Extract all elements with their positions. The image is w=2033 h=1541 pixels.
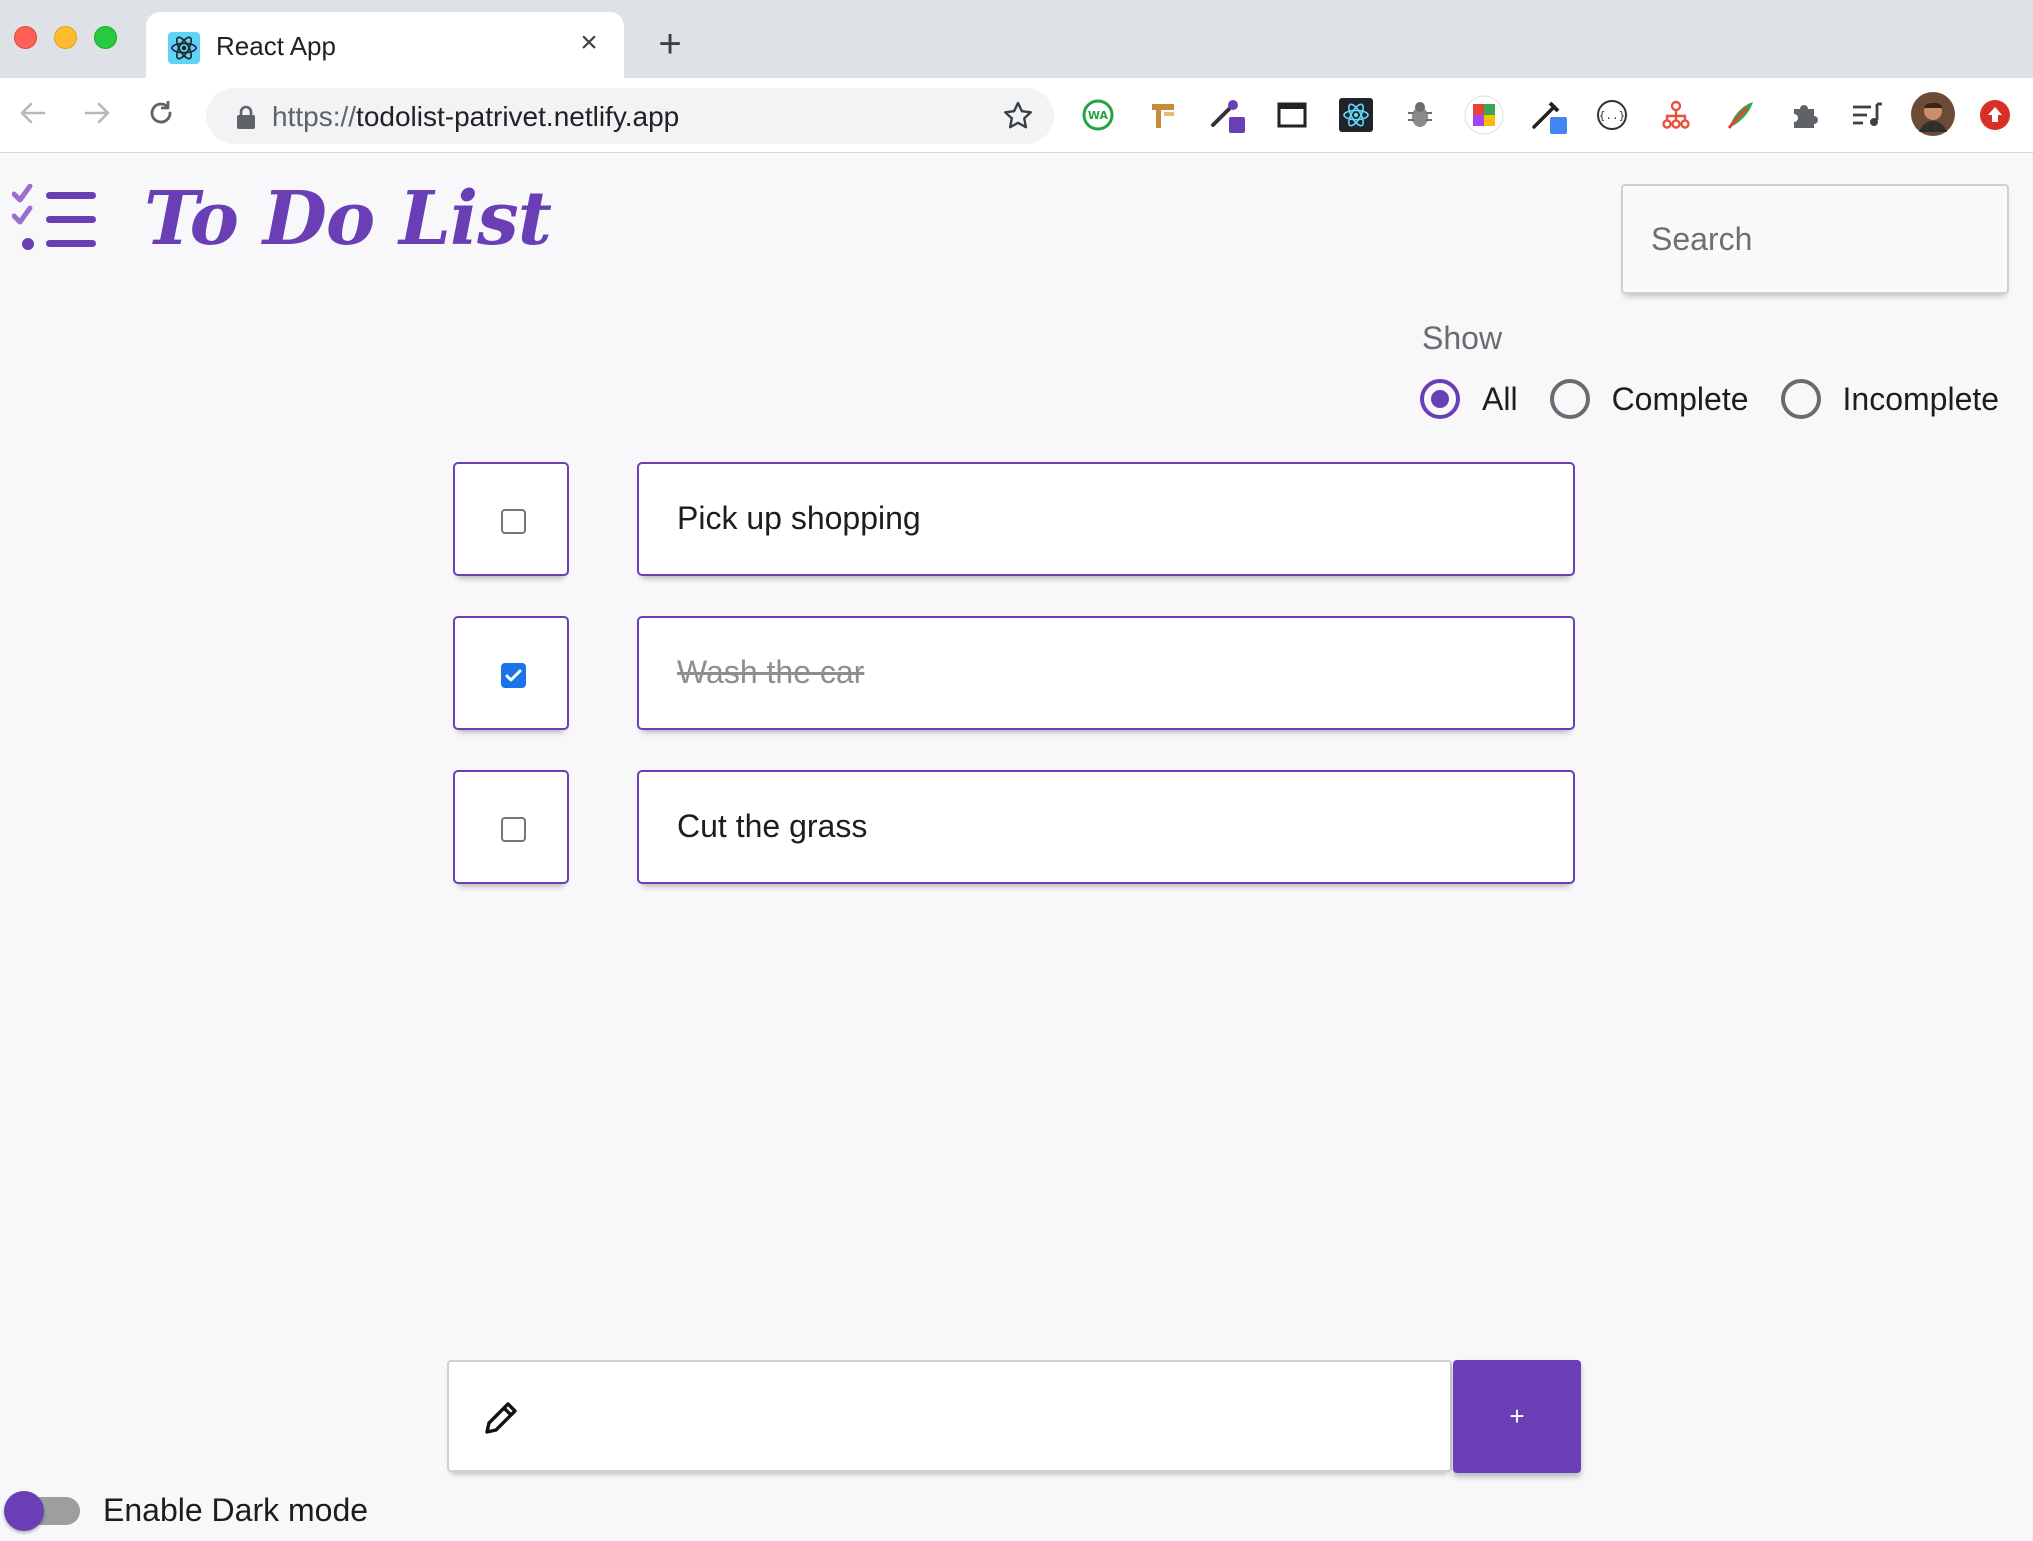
svg-text:WA: WA: [1088, 109, 1109, 122]
filter-label-incomplete: Incomplete: [1842, 380, 2000, 417]
tab-title: React App: [216, 31, 336, 61]
app-title: To Do List: [144, 176, 552, 262]
url-host: todolist-patrivet.netlify.app: [356, 101, 680, 132]
browser-tab-strip: React App × +: [0, 0, 2033, 78]
bookmark-star-icon[interactable]: [1002, 100, 1034, 132]
todo-text-card[interactable]: Pick up shopping: [637, 462, 1575, 576]
todo-checkbox[interactable]: [501, 663, 526, 688]
svg-text:{..}: {..}: [1599, 109, 1626, 122]
url-text: https://todolist-patrivet.netlify.app: [272, 101, 679, 133]
todo-text-card[interactable]: Wash the car: [637, 616, 1575, 730]
todo-checkbox-card[interactable]: [453, 462, 569, 576]
todo-checkbox-card[interactable]: [453, 770, 569, 884]
json-viewer-icon[interactable]: {..}: [1592, 95, 1632, 135]
react-devtools-icon[interactable]: [1336, 95, 1376, 135]
todo-item: Wash the car: [453, 616, 1575, 730]
tab-close-icon[interactable]: ×: [572, 26, 606, 60]
url-scheme: https://: [272, 101, 357, 132]
radio-incomplete[interactable]: [1780, 379, 1821, 419]
dark-mode-toggle-thumb[interactable]: [4, 1491, 44, 1531]
radio-all[interactable]: [1420, 379, 1460, 419]
reload-icon: [150, 101, 172, 124]
filter-option-incomplete[interactable]: Incomplete: [1780, 379, 2000, 419]
filter-legend: Show: [1422, 320, 1503, 356]
todo-item: Cut the grass: [453, 770, 1575, 884]
colorzilla-icon[interactable]: [1464, 95, 1504, 135]
filter-option-all[interactable]: All: [1420, 379, 1518, 419]
todo-text: Cut the grass: [677, 808, 868, 844]
reload-button[interactable]: [138, 90, 184, 136]
new-tab-button[interactable]: +: [648, 22, 692, 66]
todo-text: Wash the car: [677, 654, 865, 690]
todo-checkbox[interactable]: [501, 509, 526, 534]
lock-icon: [237, 105, 255, 129]
browser-toolbar: https://todolist-patrivet.netlify.app WA…: [0, 78, 2033, 153]
filter-label-all: All: [1482, 380, 1518, 417]
forward-button[interactable]: [74, 90, 120, 136]
whatsapp-extension-icon[interactable]: WA: [1078, 95, 1118, 135]
extensions-puzzle-icon[interactable]: [1784, 95, 1824, 135]
todo-checkbox-card[interactable]: [453, 616, 569, 730]
reading-list-icon[interactable]: [1847, 95, 1887, 135]
browser-tab-active[interactable]: React App ×: [146, 12, 624, 78]
back-button[interactable]: [10, 90, 56, 136]
search-field[interactable]: [1621, 184, 2009, 294]
react-favicon-icon: [168, 32, 200, 64]
pencil-icon: [485, 1402, 517, 1434]
close-window-button[interactable]: [14, 26, 37, 49]
radio-complete[interactable]: [1549, 379, 1590, 419]
update-icon[interactable]: [1975, 95, 2015, 135]
dark-mode-label: Enable Dark mode: [103, 1492, 369, 1528]
checkmark-icon: [505, 669, 522, 682]
todo-checkbox[interactable]: [501, 817, 526, 842]
window-resizer-icon[interactable]: [1272, 95, 1312, 135]
sitemap-icon[interactable]: [1656, 95, 1696, 135]
todo-text: Pick up shopping: [677, 500, 921, 536]
arrow-left-icon: [20, 102, 46, 124]
arrow-right-icon: [84, 102, 110, 124]
profile-avatar[interactable]: [1910, 91, 1956, 137]
eyedropper-icon[interactable]: [1528, 95, 1568, 135]
bug-icon[interactable]: [1400, 95, 1440, 135]
feather-icon[interactable]: [1720, 95, 1760, 135]
filter-radio-group: All Complete Incomplete: [1420, 376, 1999, 422]
todo-item: Pick up shopping: [453, 462, 1575, 576]
maximize-window-button[interactable]: [94, 26, 117, 49]
new-todo-input-field[interactable]: [447, 1360, 1452, 1472]
filter-label-complete: Complete: [1611, 380, 1749, 417]
minimize-window-button[interactable]: [54, 26, 77, 49]
todo-text-card[interactable]: Cut the grass: [637, 770, 1575, 884]
checklist-logo-icon: [12, 184, 96, 250]
wappalyzer-icon[interactable]: [1143, 95, 1183, 135]
color-picker-icon[interactable]: [1207, 95, 1247, 135]
add-todo-button[interactable]: +: [1453, 1360, 1581, 1473]
search-input[interactable]: [1623, 186, 2007, 292]
filter-option-complete[interactable]: Complete: [1549, 379, 1749, 419]
address-bar[interactable]: https://todolist-patrivet.netlify.app: [206, 88, 1054, 144]
